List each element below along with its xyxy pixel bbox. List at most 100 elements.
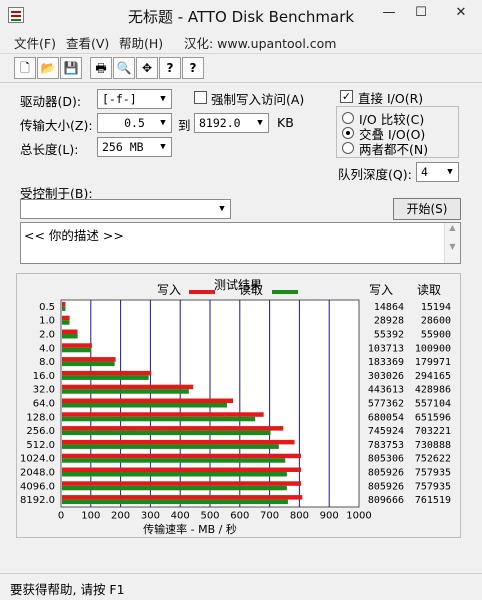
description-textarea[interactable]: << 你的描述 >> ▲ ▼ <box>20 222 461 264</box>
queue-depth-label: 队列深度(Q): <box>338 167 412 182</box>
queue-depth-select[interactable]: 4 ▼ <box>416 162 459 182</box>
move-icon[interactable]: ✥ <box>136 57 158 79</box>
title-bar[interactable]: 无标题 - ATTO Disk Benchmark — ☐ ✕ <box>0 0 482 30</box>
read-bar <box>62 389 189 394</box>
print-preview-icon[interactable]: 🔍 <box>113 57 135 79</box>
help-icon[interactable]: ? <box>159 57 181 79</box>
overlap-io-radio[interactable] <box>342 127 354 139</box>
category-label: 8.0 <box>39 357 55 368</box>
transfer-from-select[interactable]: 0.5 ▼ <box>97 113 172 133</box>
x-axis-label: 传输速率 - MB / 秒 <box>143 522 237 536</box>
toolbar: 🗋 📂 💾 🖶 🔍 ✥ ? ? <box>0 53 482 83</box>
read-bar <box>62 320 70 325</box>
legend-read-swatch <box>272 290 298 294</box>
category-label: 256.0 <box>26 426 55 437</box>
x-tick-label: 900 <box>320 510 339 521</box>
read-bar <box>62 361 115 367</box>
write-value: 103713 <box>368 343 404 354</box>
write-value: 805926 <box>368 481 404 492</box>
read-bar <box>62 375 149 380</box>
write-bar <box>62 329 78 334</box>
x-tick-label: 100 <box>81 510 100 521</box>
write-bar <box>62 439 295 445</box>
write-value: 14864 <box>374 302 404 313</box>
read-value: 557104 <box>415 399 451 410</box>
write-value: 745924 <box>368 426 404 437</box>
new-file-icon[interactable]: 🗋 <box>14 57 36 79</box>
x-tick-label: 400 <box>171 510 190 521</box>
read-bar <box>62 334 78 339</box>
legend-write-swatch <box>189 290 215 294</box>
io-compare-radio[interactable] <box>342 112 354 124</box>
chevron-down-icon: ▼ <box>252 114 268 132</box>
category-label: 16.0 <box>33 371 55 382</box>
force-write-checkbox[interactable] <box>194 91 207 104</box>
read-bar <box>62 306 66 311</box>
close-button[interactable]: ✕ <box>448 2 474 24</box>
queue-depth-value: 4 <box>421 165 428 179</box>
maximize-button[interactable]: ☐ <box>408 2 434 24</box>
read-bar <box>62 347 92 353</box>
category-label: 1.0 <box>39 316 55 327</box>
neither-label: 两者都不(N) <box>359 142 429 157</box>
drive-label: 驱动器(D): <box>20 94 82 109</box>
controlled-by-select[interactable]: ▼ <box>20 199 231 219</box>
write-value: 680054 <box>368 412 404 423</box>
description-scrollbar[interactable]: ▲ ▼ <box>444 223 460 263</box>
menu-view[interactable]: 查看(V) <box>66 33 109 52</box>
write-bar <box>62 453 301 459</box>
category-label: 8192.0 <box>20 495 55 506</box>
menu-help[interactable]: 帮助(H) <box>119 33 163 52</box>
write-bar <box>62 412 264 417</box>
write-bar <box>62 384 194 390</box>
drive-value: [-f-] <box>102 92 137 106</box>
read-value: 761519 <box>415 495 451 506</box>
chevron-down-icon: ▼ <box>442 163 458 181</box>
category-label: 2.0 <box>39 330 55 341</box>
minimize-button[interactable]: — <box>376 2 402 24</box>
read-value: 651596 <box>415 412 451 423</box>
column-write-header: 写入 <box>369 283 393 297</box>
x-tick-label: 500 <box>200 510 219 521</box>
category-label: 4.0 <box>39 343 55 354</box>
write-value: 577362 <box>368 399 404 410</box>
menu-localized[interactable]: 汉化: www.upantool.com <box>184 33 336 52</box>
write-bar <box>62 343 92 348</box>
read-value: 179971 <box>415 357 451 368</box>
category-label: 1024.0 <box>20 454 55 465</box>
read-value: 730888 <box>415 440 451 451</box>
io-mode-group: I/O 比较(C) 交叠 I/O(O) 两者都不(N) <box>336 106 459 158</box>
write-value: 783753 <box>368 440 404 451</box>
legend-read-label: 读取 <box>239 283 263 297</box>
x-tick-label: 800 <box>290 510 309 521</box>
total-length-value: 256 MB <box>102 140 144 154</box>
x-tick-label: 300 <box>141 510 160 521</box>
read-bar <box>62 444 279 449</box>
start-button[interactable]: 开始(S) <box>393 198 461 220</box>
save-icon[interactable]: 💾 <box>60 57 82 79</box>
force-write-label: 强制写入访问(A) <box>211 92 305 107</box>
read-bar <box>62 403 228 408</box>
read-value: 757935 <box>415 481 451 492</box>
open-folder-icon[interactable]: 📂 <box>37 57 59 79</box>
write-value: 303026 <box>368 371 404 382</box>
read-value: 294165 <box>415 371 451 382</box>
x-tick-label: 600 <box>230 510 249 521</box>
menu-file[interactable]: 文件(F) <box>14 33 56 52</box>
chevron-down-icon: ▼ <box>214 200 230 218</box>
direct-io-checkbox[interactable]: ✓ <box>340 90 353 103</box>
total-length-label: 总长度(L): <box>20 142 79 157</box>
neither-radio[interactable] <box>342 142 354 154</box>
transfer-to-select[interactable]: 8192.0 ▼ <box>194 113 269 133</box>
write-bar <box>62 301 66 307</box>
status-text: 要获得帮助, 请按 F1 <box>10 582 125 597</box>
drive-select[interactable]: [-f-] ▼ <box>97 89 172 109</box>
read-value: 55900 <box>421 330 451 341</box>
context-help-icon[interactable]: ? <box>182 57 204 79</box>
print-icon[interactable]: 🖶 <box>90 57 112 79</box>
total-length-select[interactable]: 256 MB ▼ <box>97 137 172 157</box>
category-label: 512.0 <box>26 440 55 451</box>
write-bar <box>62 467 302 472</box>
chevron-down-icon: ▼ <box>155 114 171 132</box>
read-value: 757935 <box>415 468 451 479</box>
